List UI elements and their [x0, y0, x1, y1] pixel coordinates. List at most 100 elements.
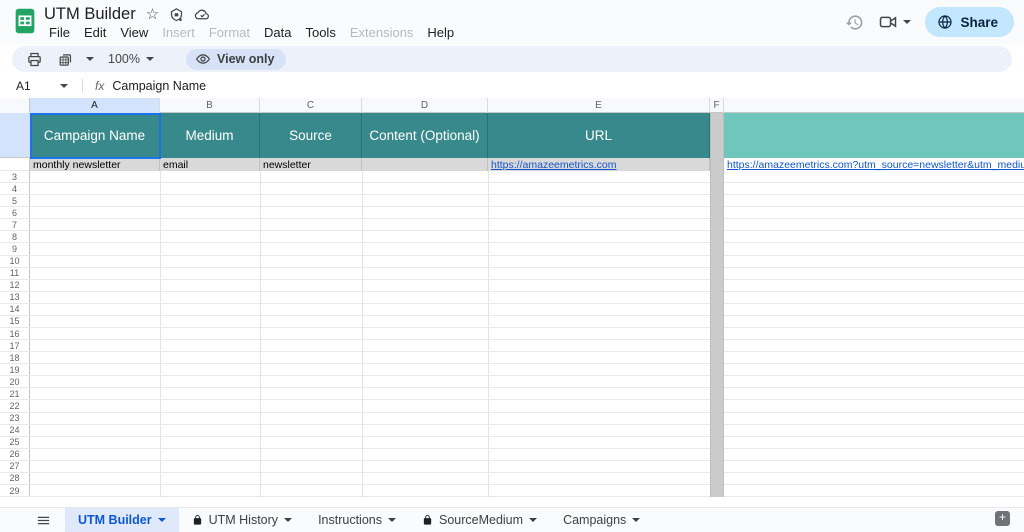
grid-row-10[interactable]: 10	[0, 256, 1024, 268]
horizontal-scrollbar-track[interactable]	[0, 497, 1024, 507]
row-header-21[interactable]: 21	[0, 388, 30, 399]
row-header-20[interactable]: 20	[0, 376, 30, 387]
grid-row-7[interactable]: 7	[0, 219, 1024, 231]
sheet-tab-instructions[interactable]: Instructions	[305, 508, 409, 532]
menu-item-tools[interactable]: Tools	[298, 23, 342, 42]
grid-row-9[interactable]: 9	[0, 243, 1024, 255]
copy-icon[interactable]	[53, 51, 78, 68]
cell-g2-generated-url[interactable]: https://amazeemetrics.com?utm_source=new…	[724, 158, 1024, 171]
menu-item-data[interactable]: Data	[257, 23, 298, 42]
grid-row-28[interactable]: 28	[0, 473, 1024, 485]
grid-row-27[interactable]: 27	[0, 461, 1024, 473]
row-header-11[interactable]: 11	[0, 268, 30, 279]
cell-c2[interactable]: newsletter	[260, 158, 362, 171]
column-header-C[interactable]: C	[260, 98, 362, 113]
row-header-2[interactable]	[0, 158, 30, 171]
cell-b2[interactable]: email	[160, 158, 260, 171]
row-header-10[interactable]: 10	[0, 256, 30, 267]
row-header-13[interactable]: 13	[0, 292, 30, 303]
menu-item-edit[interactable]: Edit	[77, 23, 113, 42]
cell-e2[interactable]: https://amazeemetrics.com	[488, 158, 710, 171]
menu-item-help[interactable]: Help	[420, 23, 461, 42]
row-header-22[interactable]: 22	[0, 400, 30, 411]
grey-divider-column-f[interactable]	[710, 113, 724, 497]
row-header-4[interactable]: 4	[0, 183, 30, 194]
column-header-D[interactable]: D	[362, 98, 488, 113]
row-header-7[interactable]: 7	[0, 219, 30, 230]
sheet-tab-dropdown-caret[interactable]	[284, 518, 292, 522]
sheet-tab-sourcemedium[interactable]: SourceMedium	[409, 508, 550, 532]
request-edit-access-icon[interactable]	[169, 7, 184, 22]
select-all-corner[interactable]	[0, 98, 30, 113]
row-header-28[interactable]: 28	[0, 473, 30, 484]
header-cell-d1[interactable]: Content (Optional)	[362, 113, 488, 158]
grid-row-16[interactable]: 16	[0, 328, 1024, 340]
zoom-selector[interactable]: 100%	[108, 52, 154, 66]
grid-row-24[interactable]: 24	[0, 425, 1024, 437]
formula-input[interactable]: Campaign Name	[112, 79, 206, 93]
sheet-tab-utm-history[interactable]: UTM History	[179, 508, 305, 532]
grid-row-8[interactable]: 8	[0, 231, 1024, 243]
row-header-17[interactable]: 17	[0, 340, 30, 351]
meet-dropdown-caret[interactable]	[903, 20, 911, 24]
grid-row-4[interactable]: 4	[0, 183, 1024, 195]
grid-row-18[interactable]: 18	[0, 352, 1024, 364]
menu-item-view[interactable]: View	[113, 23, 155, 42]
grid-row-22[interactable]: 22	[0, 400, 1024, 412]
grid-row-19[interactable]: 19	[0, 364, 1024, 376]
grid-row-5[interactable]: 5	[0, 195, 1024, 207]
row-header-12[interactable]: 12	[0, 280, 30, 291]
header-cell-e1[interactable]: URL	[488, 113, 710, 158]
grid-row-17[interactable]: 17	[0, 340, 1024, 352]
row-header-24[interactable]: 24	[0, 425, 30, 436]
grid-row-12[interactable]: 12	[0, 280, 1024, 292]
grid-row-13[interactable]: 13	[0, 292, 1024, 304]
grid-row-26[interactable]: 26	[0, 449, 1024, 461]
row-header-15[interactable]: 15	[0, 316, 30, 327]
row-header-14[interactable]: 14	[0, 304, 30, 315]
row-header-26[interactable]: 26	[0, 449, 30, 460]
expand-side-panel-button[interactable]: +	[995, 511, 1010, 526]
column-header-A[interactable]: A	[30, 98, 160, 113]
grid-row-25[interactable]: 25	[0, 437, 1024, 449]
print-icon[interactable]	[22, 51, 47, 68]
row-header-6[interactable]: 6	[0, 207, 30, 218]
row-header-25[interactable]: 25	[0, 437, 30, 448]
row-header-23[interactable]: 23	[0, 413, 30, 424]
row-header-27[interactable]: 27	[0, 461, 30, 472]
row-header-29[interactable]: 29	[0, 485, 30, 496]
header-cell-b1[interactable]: Medium	[160, 113, 260, 158]
document-title[interactable]: UTM Builder	[44, 5, 136, 24]
grid-row-21[interactable]: 21	[0, 388, 1024, 400]
row-header-8[interactable]: 8	[0, 231, 30, 242]
row-header-18[interactable]: 18	[0, 352, 30, 363]
sheet-tab-campaigns[interactable]: Campaigns	[550, 508, 653, 532]
row-header-5[interactable]: 5	[0, 195, 30, 206]
sheet-tab-dropdown-caret[interactable]	[632, 518, 640, 522]
grid-row-15[interactable]: 15	[0, 316, 1024, 328]
grid-row-20[interactable]: 20	[0, 376, 1024, 388]
cell-d2[interactable]	[362, 158, 488, 171]
menu-item-file[interactable]: File	[42, 23, 77, 42]
sheet-tab-dropdown-caret[interactable]	[158, 518, 166, 522]
grid-row-23[interactable]: 23	[0, 413, 1024, 425]
column-header-E[interactable]: E	[488, 98, 710, 113]
header-cell-a1[interactable]: Campaign Name	[30, 113, 160, 158]
sheet-tab-dropdown-caret[interactable]	[529, 518, 537, 522]
grid-row-29[interactable]: 29	[0, 485, 1024, 497]
grid-row-11[interactable]: 11	[0, 268, 1024, 280]
grid-row-14[interactable]: 14	[0, 304, 1024, 316]
document-status-cloud-icon[interactable]	[194, 6, 211, 23]
star-icon[interactable]: ☆	[146, 5, 159, 23]
header-cell-c1[interactable]: Source	[260, 113, 362, 158]
grid-row-3[interactable]: 3	[0, 171, 1024, 183]
row-header-1[interactable]	[0, 113, 30, 158]
column-header-F[interactable]: F	[710, 98, 724, 113]
version-history-icon[interactable]	[845, 13, 864, 32]
cell-a2[interactable]: monthly newsletter	[30, 158, 160, 171]
column-header-B[interactable]: B	[160, 98, 260, 113]
row-header-16[interactable]: 16	[0, 328, 30, 339]
share-button[interactable]: Share	[925, 7, 1014, 37]
cell-name-box[interactable]: A1	[0, 79, 76, 93]
row-header-3[interactable]: 3	[0, 171, 30, 182]
